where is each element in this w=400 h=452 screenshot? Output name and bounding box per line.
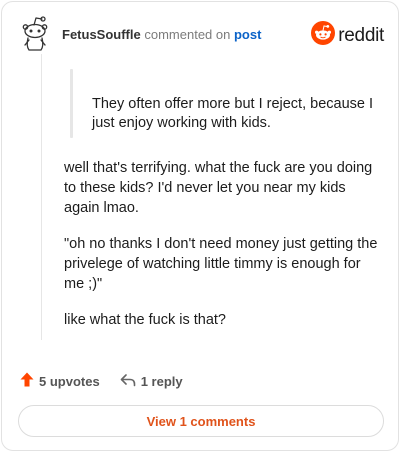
comment-body: well that's terrifying. what the fuck ar… [64,158,384,346]
reply-button[interactable]: 1 reply [120,373,183,390]
reply-count: 1 reply [140,373,183,389]
reply-arrow-icon [120,373,141,390]
quote-bar [70,69,73,138]
upvote-button[interactable]: 5 upvotes [20,372,100,390]
comment-header: FetusSouffle commented on post reddit [20,16,384,54]
thread-line [41,54,42,340]
comment-paragraph: like what the fuck is that? [64,312,226,328]
snoo-avatar-icon[interactable] [20,16,54,54]
view-comments-button[interactable]: View 1 comments [18,405,384,437]
upvote-count: 5 upvotes [39,373,100,389]
comment-paragraph: well that's terrifying. what the fuck ar… [64,160,373,216]
quote-text: They often offer more but I reject, beca… [92,96,374,131]
comment-paragraph: "oh no thanks I don't need money just ge… [64,236,378,292]
comment-meta: FetusSouffle commented on post [62,27,261,42]
action-text: commented on [144,27,231,42]
username[interactable]: FetusSouffle [62,27,141,42]
quoted-text-block: They often offer more but I reject, beca… [70,69,390,138]
comment-actions: 5 upvotes 1 reply [20,372,203,390]
post-link[interactable]: post [234,27,261,42]
reddit-logo[interactable]: reddit [311,21,384,50]
reddit-wordmark: reddit [338,24,384,46]
upvote-arrow-icon [20,372,39,390]
reddit-logo-icon [311,21,336,50]
comment-card: FetusSouffle commented on post reddit Th… [1,1,399,451]
